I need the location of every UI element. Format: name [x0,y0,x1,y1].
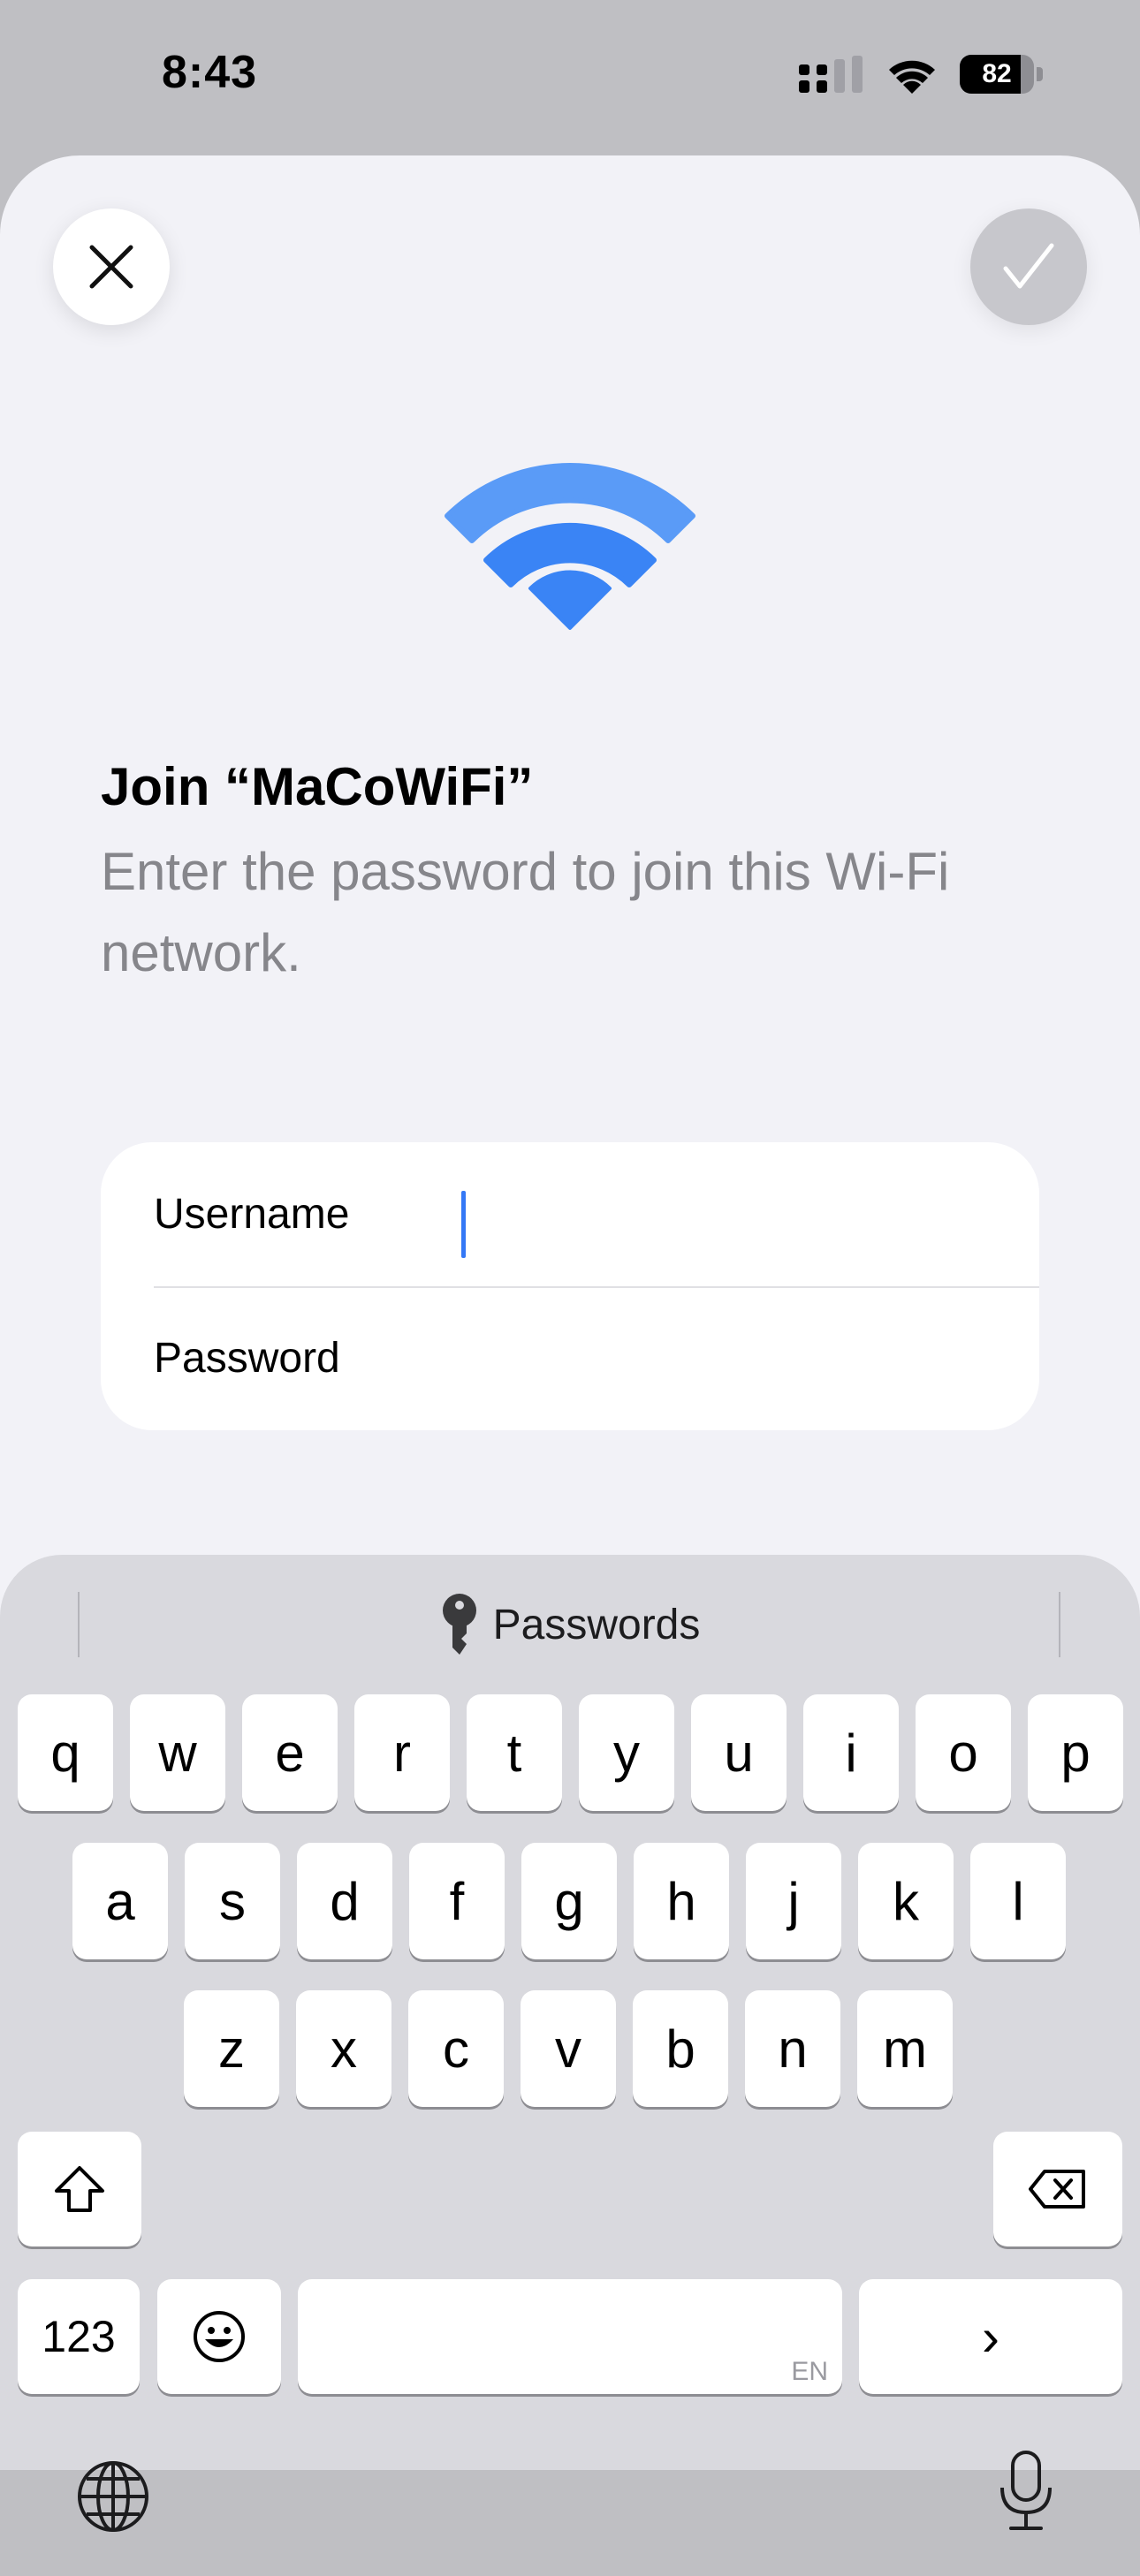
key-e[interactable]: e [242,1694,338,1811]
key-j[interactable]: j [746,1843,841,1959]
checkmark-icon [1003,243,1054,289]
close-icon [89,245,133,289]
password-label: Password [154,1335,340,1382]
key-c[interactable]: c [408,1990,504,2107]
keyboard-language-label: EN [791,2357,828,2386]
key-h[interactable]: h [634,1843,729,1959]
key-d[interactable]: d [297,1843,392,1959]
key-q[interactable]: q [18,1694,113,1811]
key-icon [442,1594,476,1655]
key-k[interactable]: k [858,1843,954,1959]
key-i[interactable]: i [803,1694,899,1811]
sheet-title: Join “MaCoWiFi” [101,757,534,816]
key-p[interactable]: p [1028,1694,1123,1811]
sheet-subtitle: Enter the password to join this Wi-Fi ne… [101,842,950,982]
delete-key[interactable] [993,2132,1122,2246]
key-m[interactable]: m [857,1990,953,2107]
status-bar: 8:43 82 [0,0,1140,155]
key-a[interactable]: a [72,1843,168,1959]
key-x[interactable]: x [296,1990,391,2107]
wifi-icon [445,463,695,630]
key-s[interactable]: s [185,1843,280,1959]
keyboard: Passwords qwertyuiopasdfghjklzxcvbnm 123… [0,1555,1140,2532]
globe-button[interactable] [71,2323,156,2576]
chevron-right-icon: › [982,2307,999,2367]
passwords-label: Passwords [492,1601,701,1648]
join-confirm-button[interactable] [970,208,1087,325]
key-v[interactable]: v [521,1990,616,2107]
passwords-suggestion[interactable]: Passwords [0,1590,1140,1659]
key-g[interactable]: g [521,1843,617,1959]
key-l[interactable]: l [970,1843,1066,1959]
keyboard-suggestion-bar: Passwords [0,1555,1140,1687]
username-label: Username [154,1191,350,1238]
delete-icon [1029,2170,1085,2209]
space-key[interactable]: EN [298,2279,842,2394]
status-time: 8:43 [162,47,258,98]
wifi-status-icon [889,60,935,94]
key-z[interactable]: z [184,1990,279,2107]
key-y[interactable]: y [579,1694,674,1811]
key-r[interactable]: r [354,1694,450,1811]
battery-percentage: 82 [982,59,1012,88]
key-w[interactable]: w [130,1694,225,1811]
emoji-icon [194,2311,245,2362]
shift-icon [55,2166,104,2212]
key-t[interactable]: t [467,1694,562,1811]
battery-indicator: 82 [960,55,1043,94]
key-n[interactable]: n [745,1990,840,2107]
globe-icon[interactable] [76,2459,150,2534]
password-row: Password [154,1286,1039,1430]
key-u[interactable]: u [691,1694,787,1811]
cellular-signal-icon [799,56,863,93]
text-cursor [461,1191,466,1258]
close-button[interactable] [53,208,170,325]
key-o[interactable]: o [916,1694,1011,1811]
next-key[interactable]: › [859,2279,1122,2394]
username-row: Username [154,1142,1039,1288]
emoji-key[interactable] [157,2279,281,2394]
status-icons: 82 [799,55,1043,94]
credentials-form: Username Password [101,1142,1039,1430]
shift-key[interactable] [18,2132,141,2246]
microphone-icon[interactable] [997,2449,1055,2534]
password-field[interactable] [410,1322,1039,1395]
key-b[interactable]: b [633,1990,728,2107]
username-field[interactable] [410,1178,1039,1251]
key-f[interactable]: f [409,1843,505,1959]
